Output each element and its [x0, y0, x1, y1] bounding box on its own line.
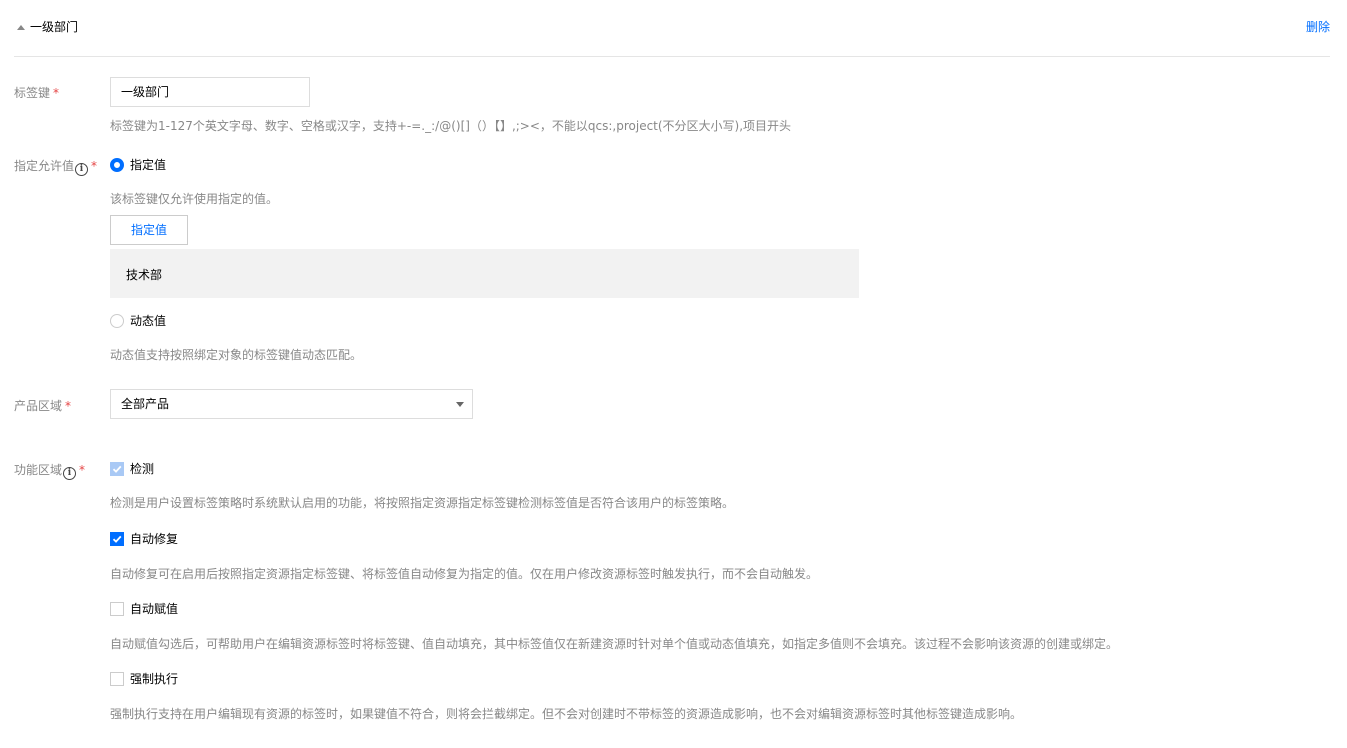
checkbox-enforce[interactable]: 强制执行 [110, 670, 178, 687]
radio-checked-icon[interactable] [110, 157, 124, 172]
required-mark: * [91, 159, 98, 173]
product-scope-value: 全部产品 [121, 397, 170, 411]
delete-link[interactable]: 删除 [1306, 18, 1330, 35]
checkbox-unchecked-icon[interactable] [110, 601, 124, 616]
checkbox-detect-label: 检测 [130, 462, 155, 476]
product-scope-label-text: 产品区域 [14, 399, 63, 413]
checkbox-disabled-checked-icon [110, 461, 124, 476]
section-title[interactable]: 一级部门 [30, 18, 78, 35]
detect-desc: 检测是用户设置标签策略时系统默认启用的功能，将按照指定资源指定标签键检测标签值是… [110, 496, 735, 510]
checkbox-enforce-label: 强制执行 [130, 672, 179, 686]
auto-assign-desc: 自动赋值勾选后，可帮助用户在编辑资源标签时将标签键、值自动填充，其中标签值仅在新… [110, 637, 1119, 651]
checkbox-auto-assign[interactable]: 自动赋值 [110, 600, 178, 617]
specified-desc: 该标签键仅允许使用指定的值。 [110, 192, 279, 206]
radio-specified-label: 指定值 [130, 158, 167, 172]
tag-key-label: 标签键 * [14, 84, 59, 101]
allowed-values-label-text: 指定允许值 [14, 159, 75, 173]
checkbox-detect[interactable]: 检测 [110, 460, 154, 477]
info-icon[interactable]: i [75, 163, 89, 176]
radio-specified[interactable]: 指定值 [110, 156, 166, 173]
required-mark: * [79, 463, 86, 477]
allowed-values-label: 指定允许值 i * [14, 157, 97, 176]
required-mark: * [65, 399, 72, 413]
specified-values-panel: 技术部 [110, 249, 859, 298]
specified-value-button[interactable]: 指定值 [110, 215, 188, 245]
function-scope-label-text: 功能区域 [14, 463, 63, 477]
checkbox-auto-fix-label: 自动修复 [130, 532, 179, 546]
enforce-desc: 强制执行支持在用户编辑现有资源的标签时，如果键值不符合，则将会拦截绑定。但不会对… [110, 707, 1023, 721]
product-scope-label: 产品区域 * [14, 397, 71, 414]
product-scope-select[interactable]: 全部产品 [110, 389, 473, 419]
specified-value-item: 技术部 [126, 268, 163, 282]
checkbox-unchecked-icon[interactable] [110, 671, 124, 686]
radio-dynamic-label: 动态值 [130, 314, 167, 328]
info-icon[interactable]: i [63, 467, 77, 480]
tag-key-label-text: 标签键 [14, 86, 51, 100]
checkbox-auto-fix[interactable]: 自动修复 [110, 530, 178, 547]
function-scope-label: 功能区域 i * [14, 461, 85, 480]
auto-fix-desc: 自动修复可在启用后按照指定资源指定标签键、将标签值自动修复为指定的值。仅在用户修… [110, 567, 819, 581]
checkbox-auto-assign-label: 自动赋值 [130, 602, 179, 616]
chevron-down-icon[interactable] [456, 402, 464, 407]
dynamic-desc: 动态值支持按照绑定对象的标签键值动态匹配。 [110, 348, 363, 362]
radio-unchecked-icon[interactable] [110, 313, 124, 328]
checkbox-checked-icon[interactable] [110, 531, 124, 546]
collapse-triangle-icon[interactable] [17, 25, 25, 30]
section-header: 一级部门 删除 [14, 12, 1330, 57]
required-mark: * [53, 86, 60, 100]
tag-key-hint: 标签键为1-127个英文字母、数字、空格或汉字，支持+-=._:/@()[]（）… [110, 119, 792, 133]
tag-key-input[interactable]: 一级部门 [110, 77, 310, 107]
radio-dynamic[interactable]: 动态值 [110, 312, 166, 329]
